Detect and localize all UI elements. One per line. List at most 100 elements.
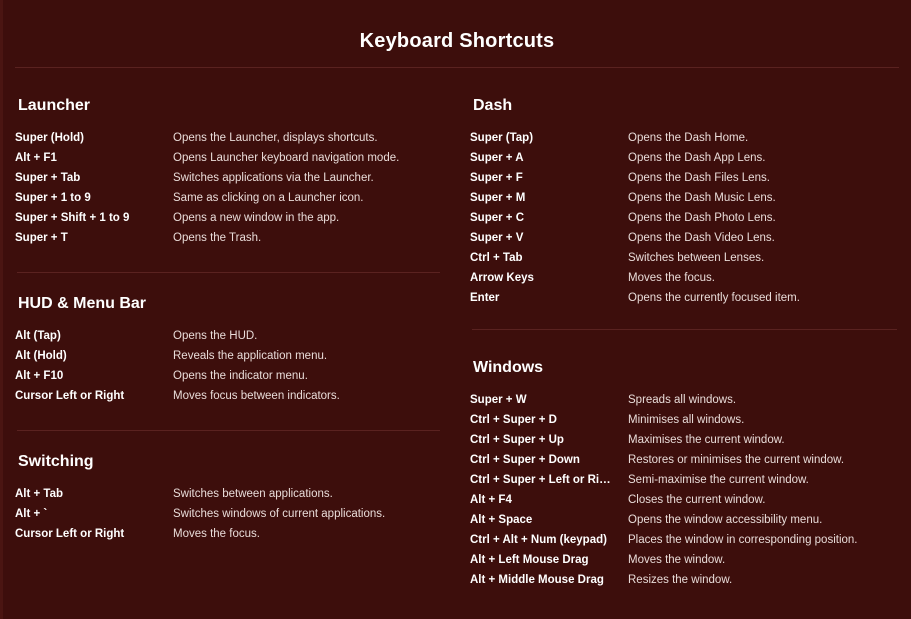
table-row: Alt + F4 Closes the current window. xyxy=(470,490,899,510)
table-row: Super + F Opens the Dash Files Lens. xyxy=(470,168,899,188)
shortcut-description: Opens the Launcher, displays shortcuts. xyxy=(173,132,378,144)
section-heading-launcher: Launcher xyxy=(18,97,91,114)
shortcut-table-switching: Alt + Tab Switches between applications.… xyxy=(15,484,442,544)
shortcut-key: Arrow Keys xyxy=(470,272,534,284)
shortcut-key: Ctrl + Super + Left or Ri… xyxy=(470,474,611,486)
shortcut-key: Super + V xyxy=(470,232,524,244)
shortcut-key: Alt + F10 xyxy=(15,370,64,382)
shortcut-description: Closes the current window. xyxy=(628,494,766,506)
table-row: Super + 1 to 9 Same as clicking on a Lau… xyxy=(15,188,442,208)
shortcut-key: Ctrl + Super + Up xyxy=(470,434,564,446)
shortcut-key: Super + A xyxy=(470,152,524,164)
table-row: Alt + Middle Mouse Drag Resizes the wind… xyxy=(470,570,899,590)
shortcut-description: Opens the Dash Home. xyxy=(628,132,749,144)
shortcut-description: Moves the focus. xyxy=(173,528,260,540)
shortcut-key: Alt + Middle Mouse Drag xyxy=(470,574,604,586)
table-row: Alt + Tab Switches between applications. xyxy=(15,484,442,504)
shortcut-key: Enter xyxy=(470,292,500,304)
shortcut-key: Ctrl + Tab xyxy=(470,252,523,264)
shortcut-description: Switches between Lenses. xyxy=(628,252,765,264)
shortcut-key: Alt + F4 xyxy=(470,494,512,506)
shortcut-description: Opens the HUD. xyxy=(173,330,258,342)
section-heading-hud-menu-bar: HUD & Menu Bar xyxy=(18,295,147,312)
table-row: Alt + ` Switches windows of current appl… xyxy=(15,504,442,524)
shortcut-key: Alt + Tab xyxy=(15,488,64,500)
shortcut-description: Opens the Dash App Lens. xyxy=(628,152,766,164)
shortcut-description: Opens a new window in the app. xyxy=(173,212,340,224)
shortcut-key: Ctrl + Super + D xyxy=(470,414,557,426)
shortcut-key: Alt + Space xyxy=(470,514,533,526)
shortcut-key: Super + W xyxy=(470,394,527,406)
shortcut-key: Super + T xyxy=(15,232,68,244)
shortcut-description: Switches windows of current applications… xyxy=(173,508,386,520)
shortcut-key: Super + 1 to 9 xyxy=(15,192,91,204)
table-row: Ctrl + Super + Left or Ri… Semi-maximise… xyxy=(470,470,899,490)
section-launcher: Launcher Super (Hold) Opens the Launcher… xyxy=(15,68,442,248)
table-row: Ctrl + Super + Up Maximises the current … xyxy=(470,430,899,450)
section-dash: Dash Super (Tap) Opens the Dash Home. Su… xyxy=(470,68,899,308)
section-heading-switching: Switching xyxy=(18,453,94,470)
shortcut-table-launcher: Super (Hold) Opens the Launcher, display… xyxy=(15,128,442,248)
table-row: Alt + F10 Opens the indicator menu. xyxy=(15,366,442,386)
shortcut-description: Switches between applications. xyxy=(173,488,333,500)
shortcut-description: Opens the window accessibility menu. xyxy=(628,514,823,526)
shortcut-key: Super + C xyxy=(470,212,525,224)
page-title: Keyboard Shortcuts xyxy=(359,30,555,52)
table-row: Super + A Opens the Dash App Lens. xyxy=(470,148,899,168)
section-windows: Windows Super + W Spreads all windows. C… xyxy=(470,330,899,590)
section-switching: Switching Alt + Tab Switches between app… xyxy=(15,431,442,544)
shortcut-description: Restores or minimises the current window… xyxy=(628,454,845,466)
shortcut-key: Super + M xyxy=(470,192,526,204)
shortcut-description: Places the window in corresponding posit… xyxy=(628,534,858,546)
shortcuts-columns: Launcher Super (Hold) Opens the Launcher… xyxy=(3,68,911,619)
table-row: Alt (Tap) Opens the HUD. xyxy=(15,326,442,346)
shortcut-description: Opens the Dash Photo Lens. xyxy=(628,212,776,224)
table-row: Enter Opens the currently focused item. xyxy=(470,288,899,308)
shortcut-description: Same as clicking on a Launcher icon. xyxy=(173,192,364,204)
table-row: Ctrl + Tab Switches between Lenses. xyxy=(470,248,899,268)
shortcut-description: Opens the Trash. xyxy=(173,232,262,244)
shortcut-key: Alt (Hold) xyxy=(15,350,67,362)
table-row: Super + M Opens the Dash Music Lens. xyxy=(470,188,899,208)
table-row: Cursor Left or Right Moves the focus. xyxy=(15,524,442,544)
table-row: Alt + Space Opens the window accessibili… xyxy=(470,510,899,530)
keyboard-shortcuts-overlay: Keyboard Shortcuts Launcher Super (Hold)… xyxy=(0,0,911,619)
shortcut-description: Opens the Dash Files Lens. xyxy=(628,172,770,184)
shortcut-key: Super (Hold) xyxy=(15,132,84,144)
shortcut-description: Switches applications via the Launcher. xyxy=(173,172,374,184)
shortcut-description: Minimises all windows. xyxy=(628,414,745,426)
shortcut-table-dash: Super (Tap) Opens the Dash Home. Super +… xyxy=(470,128,899,308)
shortcut-key: Ctrl + Super + Down xyxy=(470,454,580,466)
shortcut-key: Alt (Tap) xyxy=(15,330,61,342)
shortcut-table-windows: Super + W Spreads all windows. Ctrl + Su… xyxy=(470,390,899,590)
table-row: Super + W Spreads all windows. xyxy=(470,390,899,410)
shortcut-key: Alt + Left Mouse Drag xyxy=(470,554,589,566)
shortcut-description: Semi-maximise the current window. xyxy=(628,474,809,486)
table-row: Arrow Keys Moves the focus. xyxy=(470,268,899,288)
section-heading-dash: Dash xyxy=(473,97,513,114)
shortcut-description: Moves the focus. xyxy=(628,272,715,284)
shortcut-description: Resizes the window. xyxy=(628,574,733,586)
shortcut-description: Opens the Dash Music Lens. xyxy=(628,192,776,204)
table-row: Super + Shift + 1 to 9 Opens a new windo… xyxy=(15,208,442,228)
table-row: Cursor Left or Right Moves focus between… xyxy=(15,386,442,406)
shortcut-description: Opens the indicator menu. xyxy=(173,370,308,382)
shortcut-key: Cursor Left or Right xyxy=(15,390,125,402)
shortcut-key: Super + F xyxy=(470,172,523,184)
shortcut-key: Alt + F1 xyxy=(15,152,57,164)
shortcut-table-hud-menu-bar: Alt (Tap) Opens the HUD. Alt (Hold) Reve… xyxy=(15,326,442,406)
table-row: Alt (Hold) Reveals the application menu. xyxy=(15,346,442,366)
table-row: Super (Tap) Opens the Dash Home. xyxy=(470,128,899,148)
table-row: Ctrl + Super + Down Restores or minimise… xyxy=(470,450,899,470)
shortcut-description: Moves the window. xyxy=(628,554,726,566)
table-row: Super + T Opens the Trash. xyxy=(15,228,442,248)
table-row: Super (Hold) Opens the Launcher, display… xyxy=(15,128,442,148)
section-heading-windows: Windows xyxy=(473,359,544,376)
table-row: Ctrl + Alt + Num (keypad) Places the win… xyxy=(470,530,899,550)
shortcut-description: Spreads all windows. xyxy=(628,394,737,406)
table-row: Alt + Left Mouse Drag Moves the window. xyxy=(470,550,899,570)
shortcut-key: Alt + ` xyxy=(15,508,48,520)
shortcut-description: Opens the Dash Video Lens. xyxy=(628,232,775,244)
shortcuts-column-left: Launcher Super (Hold) Opens the Launcher… xyxy=(3,68,458,619)
shortcut-description: Opens the currently focused item. xyxy=(628,292,800,304)
